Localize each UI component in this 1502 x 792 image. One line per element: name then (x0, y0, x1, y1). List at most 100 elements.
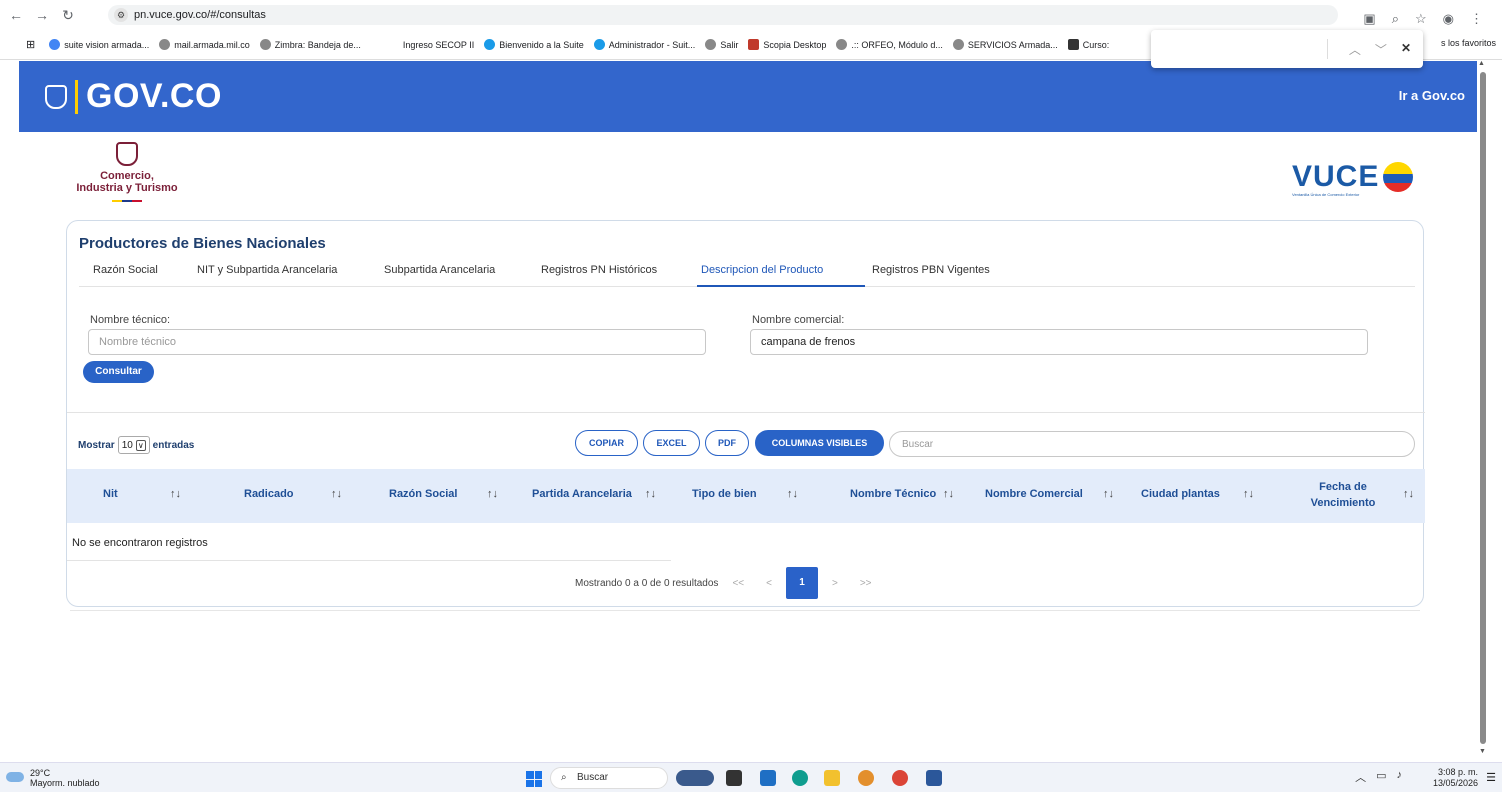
page-size-select[interactable]: 10 ∨ (117, 436, 150, 454)
visible-columns-button[interactable]: COLUMNAS VISIBLES (755, 430, 884, 456)
consultar-button[interactable]: Consultar (83, 361, 154, 383)
bookmark-item[interactable]: Bienvenido a la Suite (484, 39, 584, 50)
file-explorer-icon[interactable] (824, 770, 840, 786)
gov-divider (75, 79, 78, 114)
weather-widget[interactable]: 29°C Mayorm. nublado (30, 768, 100, 788)
ministry-line2: Industria y Turismo (76, 182, 178, 194)
scroll-up-icon[interactable]: ▲ (1478, 60, 1485, 67)
bookmark-item[interactable]: Administrador - Suit... (593, 39, 695, 50)
sort-icon[interactable]: ↑↓ (645, 488, 656, 500)
sort-icon[interactable]: ↑↓ (487, 488, 498, 500)
bookmark-item[interactable]: mail.armada.mil.co (159, 39, 250, 50)
back-icon[interactable]: ← (6, 7, 26, 23)
bookmark-item[interactable]: Ingreso SECOP II (403, 40, 474, 50)
apps-icon[interactable]: ⊞ (26, 38, 35, 51)
tab-razon-social[interactable]: Razón Social (93, 264, 158, 276)
col-nombre-comercial[interactable]: Nombre Comercial (985, 488, 1083, 500)
site-info-icon[interactable]: ⚙ (114, 8, 128, 22)
tab-registros-vigentes[interactable]: Registros PBN Vigentes (872, 264, 990, 276)
sort-icon[interactable]: ↑↓ (943, 488, 954, 500)
bookmark-item[interactable]: SERVICIOS Armada... (952, 39, 1058, 50)
scrollbar-thumb[interactable] (1480, 72, 1486, 744)
word-icon[interactable] (926, 770, 942, 786)
search-card: Productores de Bienes Nacionales Razón S… (66, 220, 1425, 607)
nombre-comercial-input[interactable]: campana de frenos (750, 329, 1368, 355)
start-icon[interactable] (526, 771, 542, 787)
tab-subpartida[interactable]: Subpartida Arancelaria (384, 264, 495, 276)
outlook-icon[interactable] (760, 770, 776, 786)
col-fecha-vencimiento[interactable]: Fecha de Vencimiento (1305, 479, 1381, 511)
col-tipo-bien[interactable]: Tipo de bien (692, 488, 757, 500)
scroll-down-icon[interactable]: ▼ (1479, 748, 1486, 755)
empty-message: No se encontraron registros (72, 537, 208, 549)
col-razon-social[interactable]: Razón Social (389, 488, 457, 500)
tab-bar: Razón Social NIT y Subpartida Arancelari… (79, 257, 1415, 287)
last-page-button[interactable]: >> (860, 578, 872, 589)
nombre-tecnico-label: Nombre técnico: (90, 314, 171, 326)
copy-button[interactable]: COPIAR (575, 430, 638, 456)
gov-logo[interactable]: GOV.CO (45, 77, 222, 116)
find-prev-icon[interactable]: ︿ (1349, 41, 1361, 58)
all-bookmarks-link[interactable]: s los favoritos (1441, 38, 1496, 48)
task-view-icon[interactable] (726, 770, 742, 786)
bookmark-item[interactable]: Zimbra: Bandeja de... (259, 39, 361, 50)
first-page-button[interactable]: << (732, 578, 744, 589)
bookmark-item[interactable]: Curso: (1067, 39, 1109, 50)
pin-app-icon[interactable] (858, 770, 874, 786)
bookmark-item[interactable]: .:: ORFEO, Módulo d... (836, 39, 943, 50)
sort-icon[interactable]: ↑↓ (787, 488, 798, 500)
reader-icon[interactable]: ▣ (1363, 11, 1375, 27)
bookmark-item[interactable]: Scopia Desktop (748, 39, 826, 50)
find-close-icon[interactable]: ✕ (1401, 41, 1411, 58)
sort-icon[interactable]: ↑↓ (1243, 488, 1254, 500)
sort-icon[interactable]: ↑↓ (1103, 488, 1114, 500)
weather-desc: Mayorm. nublado (30, 778, 100, 788)
tab-descripcion-producto[interactable]: Descripcion del Producto (701, 264, 823, 276)
next-page-button[interactable]: > (832, 578, 838, 589)
gov-logo-text: GOV.CO (86, 77, 222, 115)
tray-chevron-icon[interactable]: ︿ (1355, 769, 1366, 785)
sort-icon[interactable]: ↑↓ (170, 488, 181, 500)
taskbar-search[interactable]: ⌕ Buscar (550, 767, 668, 789)
network-icon[interactable]: ▭ (1376, 769, 1386, 785)
volume-icon[interactable]: ♪ (1397, 769, 1403, 785)
address-bar[interactable]: ⚙ pn.vuce.gov.co/#/consultas (108, 5, 1338, 25)
weather-temp: 29°C (30, 768, 51, 778)
table-search-input[interactable]: Buscar (889, 431, 1415, 457)
chrome-icon[interactable] (892, 770, 908, 786)
sort-icon[interactable]: ↑↓ (331, 488, 342, 500)
bookmark-item[interactable]: Salir (705, 39, 738, 50)
excel-button[interactable]: EXCEL (643, 430, 700, 456)
bookmark-item[interactable]: suite vision armada... (49, 39, 149, 50)
clock[interactable]: 3:08 p. m. 13/05/2026 (1433, 767, 1478, 789)
col-radicado[interactable]: Radicado (244, 488, 294, 500)
tab-nit-subpartida[interactable]: NIT y Subpartida Arancelaria (197, 264, 337, 276)
section-divider (67, 412, 1425, 413)
find-next-icon[interactable]: ﹀ (1375, 41, 1387, 58)
page-1-button[interactable]: 1 (785, 567, 818, 599)
card-shadow (70, 610, 1420, 611)
col-partida-arancelaria[interactable]: Partida Arancelaria (532, 488, 632, 500)
tab-registros-historicos[interactable]: Registros PN Históricos (541, 264, 657, 276)
pdf-button[interactable]: PDF (705, 430, 749, 456)
star-icon[interactable]: ☆ (1415, 11, 1427, 27)
col-ciudad-plantas[interactable]: Ciudad plantas (1141, 488, 1220, 500)
sort-icon[interactable]: ↑↓ (1403, 488, 1414, 500)
profile-icon[interactable]: ◉ (1443, 11, 1454, 27)
zoom-icon[interactable]: ⌕ (1392, 11, 1399, 27)
edge-icon[interactable] (792, 770, 808, 786)
gov-link[interactable]: Ir a Gov.co (1399, 88, 1465, 103)
nombre-tecnico-input[interactable]: Nombre técnico (88, 329, 706, 355)
notification-icon[interactable]: ☰ (1486, 771, 1496, 784)
menu-icon[interactable]: ⋮ (1470, 11, 1483, 27)
reload-icon[interactable]: ↻ (58, 7, 78, 24)
col-nombre-tecnico[interactable]: Nombre Técnico (850, 488, 936, 500)
col-nit[interactable]: Nit (103, 488, 118, 500)
copilot-icon[interactable] (676, 770, 714, 786)
find-bar[interactable]: ︿ ﹀ ✕ (1151, 30, 1423, 68)
forward-icon[interactable]: → (32, 7, 52, 23)
prev-page-button[interactable]: < (766, 578, 772, 589)
ministry-logo: Comercio, Industria y Turismo (72, 142, 182, 202)
show-suffix: entradas (152, 439, 195, 451)
cloud-icon (6, 772, 24, 782)
